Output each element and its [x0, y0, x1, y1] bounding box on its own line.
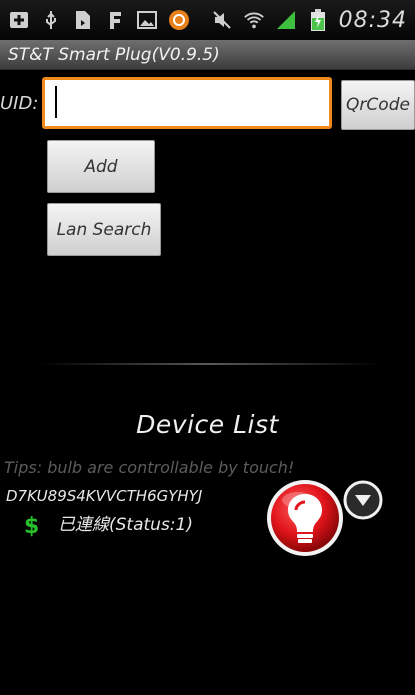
file-sync-icon — [72, 9, 94, 31]
system-status-icons: 08:34 — [211, 8, 407, 33]
add-button[interactable]: Add — [47, 140, 155, 193]
bulb-toggle-button[interactable] — [265, 478, 345, 558]
device-list-title: Device List — [136, 410, 279, 439]
device-id: D7KU89S4KVVCTH6GYHYJ — [6, 487, 203, 505]
facebook-icon — [104, 9, 126, 31]
app-title: ST&T Smart Plug(V0.9.5) — [8, 44, 220, 65]
notification-icons — [8, 9, 190, 31]
device-menu-button[interactable] — [343, 480, 383, 520]
app-title-bar: ST&T Smart Plug(V0.9.5) — [0, 40, 415, 70]
wifi-icon — [243, 9, 265, 31]
qrcode-button[interactable]: QrCode — [341, 80, 415, 130]
dollar-icon: $ — [24, 514, 40, 539]
tips-text: Tips: bulb are controllable by touch! — [4, 458, 295, 477]
lan-search-button[interactable]: Lan Search — [47, 203, 161, 256]
text-cursor — [55, 86, 57, 118]
lightbulb-icon — [267, 480, 343, 556]
add-box-icon — [8, 9, 30, 31]
battery-charging-icon — [307, 9, 329, 31]
usb-icon — [40, 9, 62, 31]
orange-circle-icon — [168, 9, 190, 31]
status-bar: 08:34 — [0, 0, 415, 40]
device-status: 已連線(Status:1) — [58, 515, 193, 535]
uid-label: UID: — [0, 93, 39, 114]
section-divider — [40, 363, 380, 365]
status-clock: 08:34 — [338, 7, 407, 33]
signal-icon — [275, 9, 297, 31]
uid-input[interactable] — [42, 77, 332, 129]
chevron-down-icon — [343, 480, 383, 520]
mute-icon — [211, 9, 233, 31]
image-icon — [136, 9, 158, 31]
